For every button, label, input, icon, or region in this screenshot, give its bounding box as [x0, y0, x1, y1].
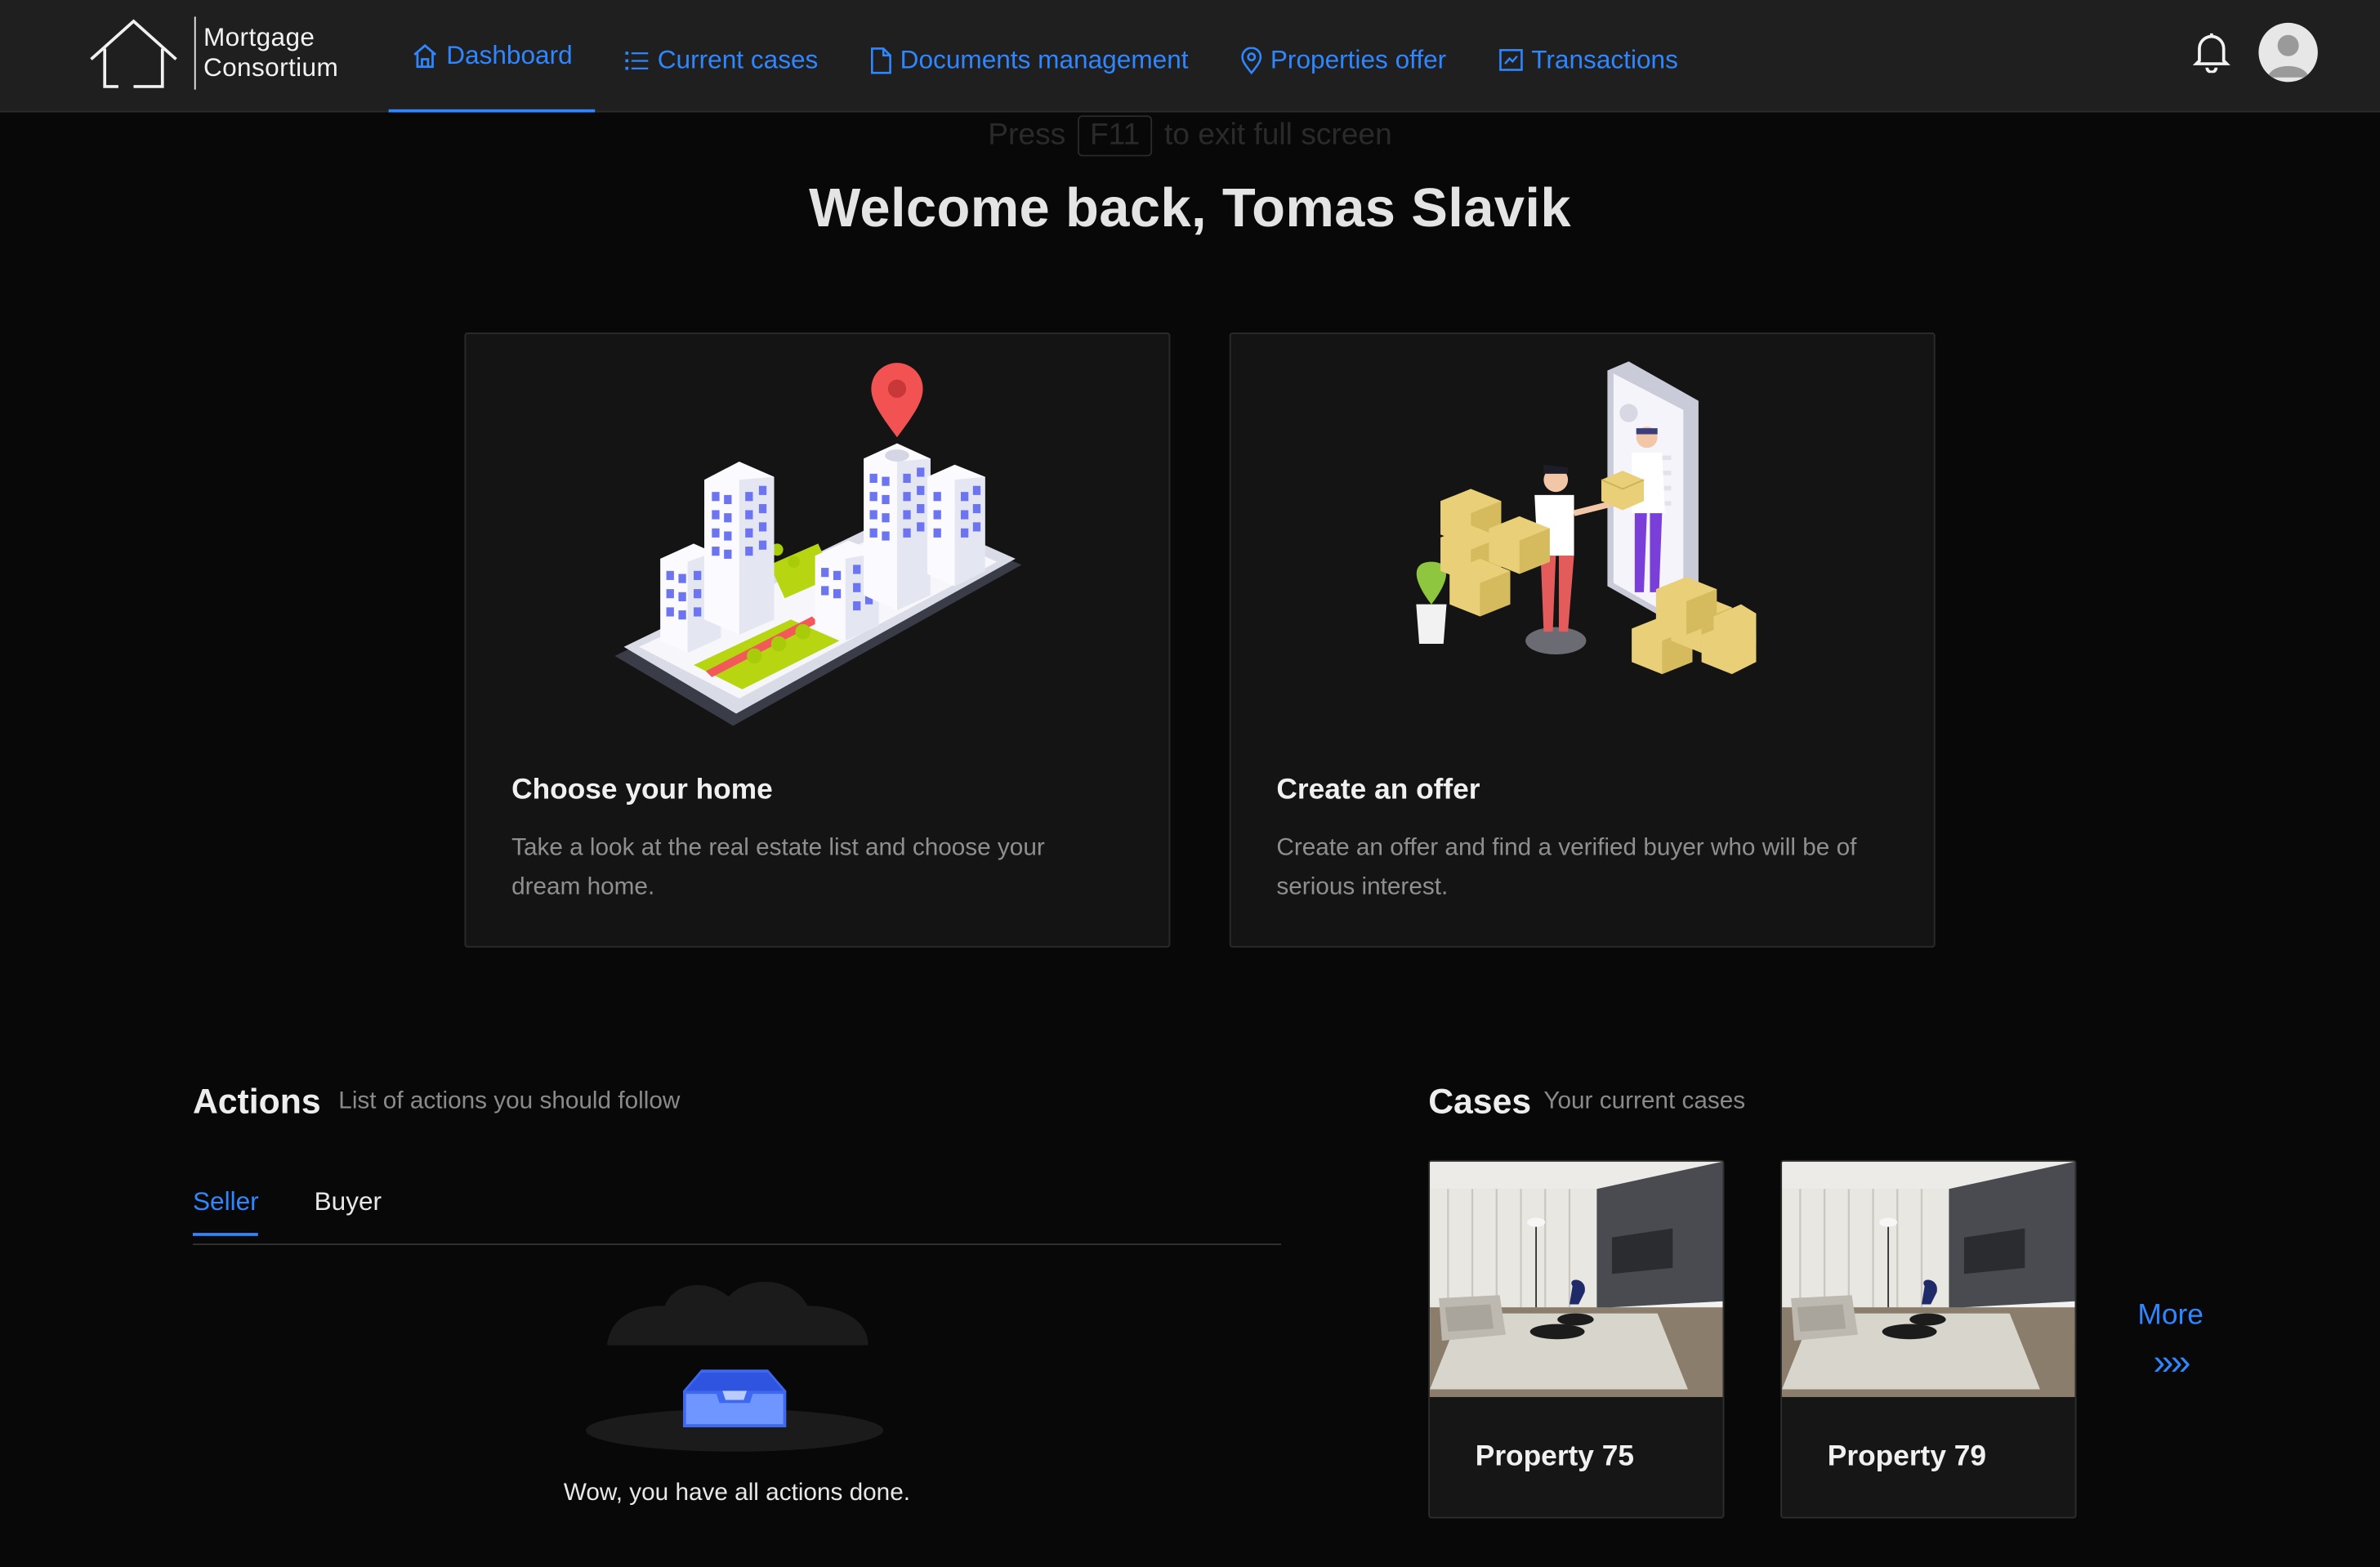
list-icon	[625, 51, 649, 70]
nav-dashboard[interactable]: Dashboard	[388, 0, 596, 113]
logo-text-line1: Mortgage	[203, 22, 315, 52]
logo-divider	[194, 16, 196, 90]
case-card-property-75[interactable]: Property 75	[1428, 1159, 1725, 1519]
tab-seller[interactable]: Seller	[192, 1187, 259, 1236]
nav-properties-offer[interactable]: Properties offer	[1217, 0, 1469, 111]
tab-buyer[interactable]: Buyer	[315, 1187, 382, 1233]
fullscreen-hint-before: Press	[988, 118, 1066, 152]
more-label: More	[2137, 1299, 2204, 1332]
fullscreen-hint-after: to exit full screen	[1163, 118, 1392, 152]
location-pin-icon	[1241, 46, 1262, 74]
create-offer-title: Create an offer	[1276, 774, 1480, 806]
logo-text-line2: Consortium	[203, 53, 339, 83]
case-card-property-79[interactable]: Property 79	[1780, 1159, 2077, 1519]
nav-current-cases-label: Current cases	[657, 44, 819, 74]
actions-title: Actions	[192, 1081, 321, 1121]
create-offer-text: Create an offer and find a verified buye…	[1276, 835, 1857, 901]
welcome-heading: Welcome back, Tomas Slavik	[809, 176, 1571, 239]
choose-home-title: Choose your home	[511, 774, 773, 806]
city-on-phone-illustration	[614, 363, 1022, 726]
create-offer-card[interactable]: Create an offer Create an offer and find…	[1229, 333, 1936, 948]
nav-dashboard-label: Dashboard	[446, 40, 573, 69]
cases-title: Cases	[1428, 1081, 1532, 1121]
double-chevron-right-icon: »»	[2153, 1342, 2191, 1384]
nav-transactions[interactable]: Transactions	[1476, 0, 1701, 111]
living-room-photo	[1430, 1161, 1723, 1397]
nav-properties-offer-label: Properties offer	[1270, 44, 1447, 74]
choose-home-card[interactable]: Choose your home Take a look at the real…	[464, 333, 1171, 948]
home-icon	[413, 42, 437, 68]
nav-current-cases[interactable]: Current cases	[601, 0, 841, 111]
cases-subtitle: Your current cases	[1543, 1088, 1746, 1115]
actions-empty-text: Wow, you have all actions done.	[563, 1480, 911, 1507]
main-nav: Dashboard Current cases Documents manage…	[388, 0, 1708, 113]
delivery-offer-illustration	[1416, 361, 1757, 675]
nav-documents-management[interactable]: Documents management	[847, 0, 1212, 111]
transactions-icon	[1498, 49, 1523, 71]
logo-text: Mortgage Consortium	[203, 23, 338, 83]
living-room-photo	[1782, 1161, 2075, 1397]
bell-icon[interactable]	[2192, 30, 2231, 74]
case-name: Property 75	[1475, 1440, 1635, 1473]
choose-home-text: Take a look at the real estate list and …	[511, 835, 1045, 901]
house-logo-icon	[90, 19, 177, 88]
empty-inbox-icon	[586, 1281, 884, 1452]
avatar-silhouette	[2267, 34, 2309, 78]
nav-documents-management-label: Documents management	[900, 44, 1189, 74]
nav-transactions-label: Transactions	[1531, 44, 1678, 74]
case-name: Property 79	[1827, 1440, 1987, 1473]
app-logo[interactable]: Mortgage Consortium	[88, 16, 338, 92]
fullscreen-hint-key: F11	[1078, 115, 1153, 157]
more-cases-link[interactable]: More »»	[2131, 1300, 2210, 1385]
top-navigation-bar: Mortgage Consortium Dashboard Current ca…	[0, 0, 2380, 113]
actions-subtitle: List of actions you should follow	[338, 1088, 681, 1115]
actions-tabs: Seller Buyer	[192, 1181, 1281, 1245]
fullscreen-hint: Press F11 to exit full screen	[0, 115, 2380, 157]
document-icon	[871, 47, 891, 74]
user-avatar-icon[interactable]	[2258, 22, 2318, 83]
